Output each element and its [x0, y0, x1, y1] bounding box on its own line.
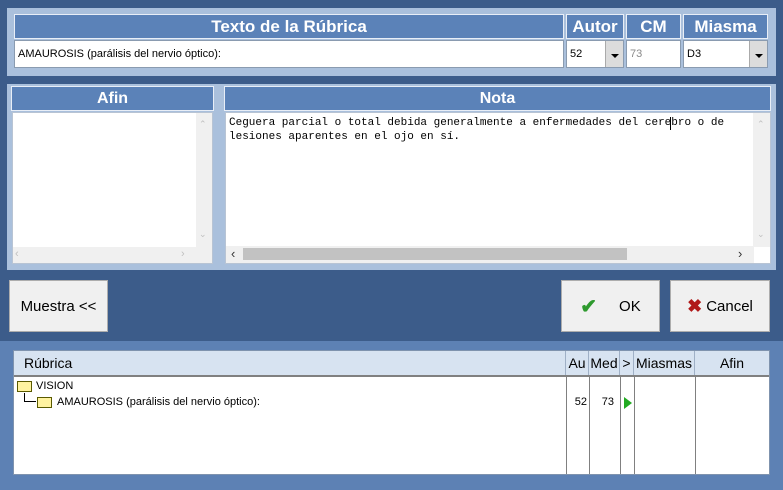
grid-line: [566, 377, 567, 474]
cm-header: CM: [626, 14, 681, 39]
ok-button[interactable]: ✔ OK: [561, 280, 660, 332]
tree-root-row[interactable]: VISION: [17, 380, 557, 394]
col-med[interactable]: Med: [589, 351, 620, 375]
col-miasmas[interactable]: Miasmas: [634, 351, 695, 375]
col-afin[interactable]: Afin: [695, 351, 769, 375]
hscroll-thumb[interactable]: [243, 248, 627, 260]
grid-line: [695, 377, 696, 474]
nota-line-1: Ceguera parcial o total debida generalme…: [229, 117, 725, 129]
close-icon: ✖: [687, 295, 703, 316]
cancel-label: Cancel: [706, 297, 753, 315]
miasma-select[interactable]: D3: [683, 40, 768, 68]
scroll-down-icon[interactable]: ⌄: [199, 229, 207, 240]
folder-open-icon: [37, 397, 52, 408]
autor-value: 52: [570, 48, 583, 60]
rubrica-header: Texto de la Rúbrica: [14, 14, 564, 39]
scroll-left-icon[interactable]: ‹: [15, 248, 19, 260]
grid-line: [620, 377, 621, 474]
rubrica-input[interactable]: AMAUROSIS (parálisis del nervio óptico):: [14, 40, 564, 68]
nota-vscrollbar[interactable]: ⌃ ⌄: [753, 113, 770, 247]
col-rubrica[interactable]: Rúbrica: [14, 351, 566, 375]
med-value: 73: [601, 396, 614, 408]
nota-textarea[interactable]: Ceguera parcial o total debida generalme…: [225, 112, 771, 264]
tree-root-label: VISION: [36, 380, 74, 392]
scroll-right-icon[interactable]: ›: [738, 246, 742, 261]
text-cursor: [670, 117, 671, 130]
grid-line: [589, 377, 590, 474]
miasma-header: Miasma: [683, 14, 768, 39]
chevron-down-icon[interactable]: [749, 41, 767, 67]
folder-icon: [17, 381, 32, 392]
cancel-button[interactable]: ✖ Cancel: [670, 280, 770, 332]
col-arrow[interactable]: >: [620, 351, 634, 375]
afin-vscrollbar[interactable]: ⌃ ⌄: [196, 113, 212, 247]
rubric-tree-grid[interactable]: Rúbrica Au Med > Miasmas Afin VISION AMA…: [13, 350, 770, 475]
table-row[interactable]: AMAUROSIS (parálisis del nervio óptico):…: [14, 396, 769, 410]
chevron-down-icon[interactable]: [605, 41, 623, 67]
autor-header: Autor: [566, 14, 624, 39]
miasma-value: D3: [687, 48, 702, 60]
header-divider: [14, 375, 769, 377]
afin-header: Afin: [11, 86, 214, 111]
au-value: 52: [574, 396, 587, 408]
scroll-left-icon[interactable]: ‹: [231, 246, 235, 261]
nota-hscrollbar[interactable]: ‹ ›: [226, 246, 754, 263]
nota-line-2: lesiones aparentes en el ojo en sí.: [229, 131, 461, 143]
scroll-up-icon[interactable]: ⌃: [757, 119, 765, 130]
col-au[interactable]: Au: [566, 351, 589, 375]
cm-field[interactable]: 73: [626, 40, 681, 68]
grid-line: [634, 377, 635, 474]
play-arrow-icon[interactable]: [624, 397, 632, 409]
afin-hscrollbar[interactable]: ‹ ›: [13, 247, 212, 263]
afin-list[interactable]: ⌃ ⌄ ‹ ›: [12, 112, 213, 264]
ok-label: OK: [619, 297, 641, 315]
nota-header: Nota: [224, 86, 771, 111]
check-icon: ✔: [580, 295, 598, 318]
tree-child-label: AMAUROSIS (parálisis del nervio óptico):: [57, 396, 260, 408]
scroll-right-icon[interactable]: ›: [181, 248, 185, 260]
muestra-button[interactable]: Muestra <<: [9, 280, 108, 332]
scroll-up-icon[interactable]: ⌃: [199, 119, 207, 130]
autor-select[interactable]: 52: [566, 40, 624, 68]
muestra-label: Muestra <<: [20, 297, 97, 315]
scroll-down-icon[interactable]: ⌄: [757, 229, 765, 240]
